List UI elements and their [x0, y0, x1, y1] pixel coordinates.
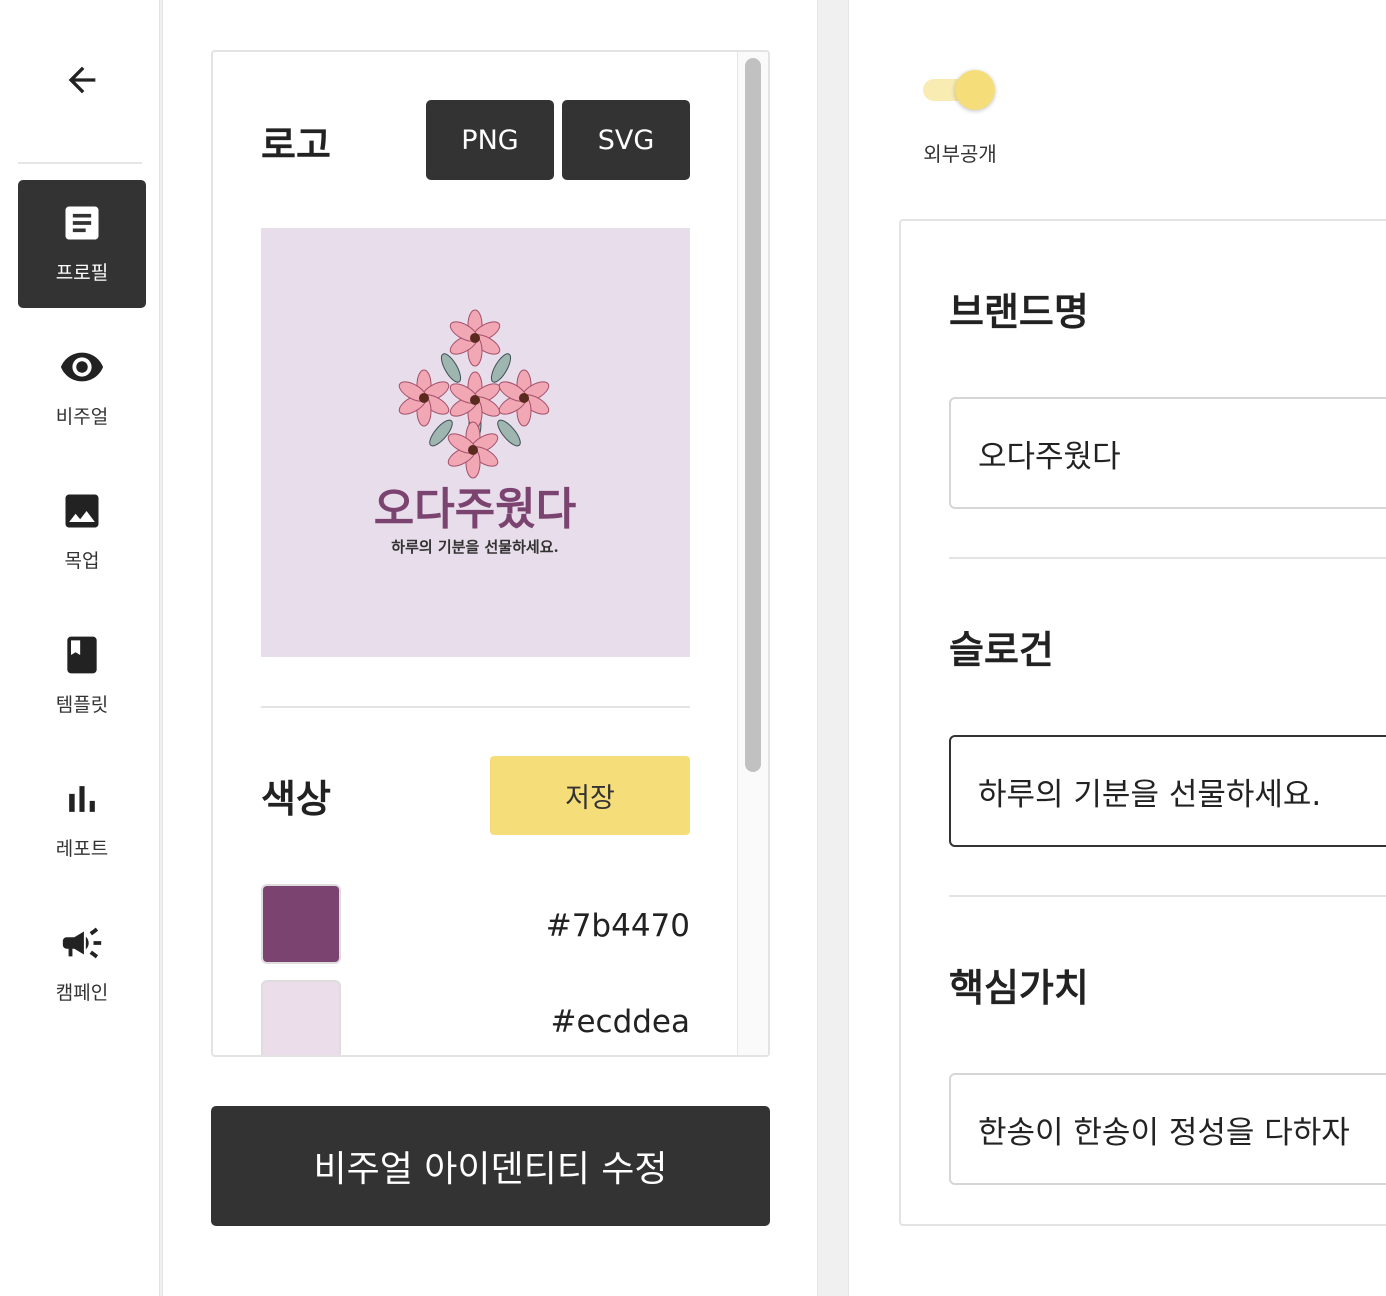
download-png-button[interactable]: PNG — [426, 100, 554, 180]
sidebar-item-visual[interactable]: 비주얼 — [18, 324, 146, 452]
image-icon — [59, 488, 105, 534]
document-icon — [59, 200, 105, 246]
arrow-left-icon — [62, 60, 102, 104]
megaphone-icon — [59, 920, 105, 966]
public-toggle[interactable] — [921, 70, 997, 110]
color-swatch[interactable] — [261, 980, 341, 1055]
sidebar: 프로필 비주얼 목업 템플릿 레포트 캠페인 — [0, 0, 160, 1296]
sidebar-item-campaign[interactable]: 캠페인 — [18, 900, 146, 1028]
slogan-input[interactable]: 하루의 기분을 선물하세요. — [949, 735, 1386, 847]
scrollbar[interactable] — [737, 52, 768, 1055]
bookmark-book-icon — [59, 632, 105, 678]
brand-name-title: 브랜드명 — [949, 290, 1089, 334]
color-swatch[interactable] — [261, 884, 341, 964]
eye-icon — [59, 344, 105, 390]
sidebar-item-label: 목업 — [64, 550, 100, 572]
profile-panel: 외부공개 브랜드명 오다주웠다 슬로건 하루의 기분을 선물하세요. 핵심가치 … — [848, 0, 1386, 1296]
save-color-button[interactable]: 저장 — [490, 756, 690, 835]
sidebar-item-profile[interactable]: 프로필 — [18, 180, 146, 308]
visual-scroll-box: 로고 PNG SVG 오다주웠다 하루의 기분을 선물하세요. 색상 저장 #7… — [211, 50, 770, 1057]
sidebar-item-label: 비주얼 — [55, 406, 109, 428]
brand-name-input[interactable]: 오다주웠다 — [949, 397, 1386, 509]
color-hex-label: #7b4470 — [545, 908, 690, 944]
section-divider — [949, 895, 1386, 897]
sidebar-item-report[interactable]: 레포트 — [18, 756, 146, 884]
back-button[interactable] — [56, 56, 108, 108]
sidebar-item-mockup[interactable]: 목업 — [18, 468, 146, 596]
bar-chart-icon — [59, 776, 105, 822]
section-divider — [261, 706, 690, 708]
color-swatch-row: #7b4470 — [261, 884, 690, 964]
sidebar-item-label: 프로필 — [55, 262, 109, 284]
download-svg-button[interactable]: SVG — [562, 100, 690, 180]
public-toggle-label: 외부공개 — [923, 142, 997, 166]
sidebar-item-label: 템플릿 — [55, 694, 109, 716]
sidebar-item-label: 레포트 — [55, 838, 109, 860]
sidebar-divider — [18, 162, 142, 164]
visual-content: 로고 PNG SVG 오다주웠다 하루의 기분을 선물하세요. 색상 저장 #7… — [213, 52, 738, 1055]
core-value-input[interactable]: 한송이 한송이 정성을 다하자 — [949, 1073, 1386, 1185]
color-hex-label: #ecddea — [550, 1004, 690, 1040]
lily-bouquet-illustration — [398, 309, 550, 479]
scrollbar-thumb[interactable] — [745, 58, 761, 772]
toggle-thumb — [955, 70, 995, 110]
sidebar-item-label: 캠페인 — [55, 982, 109, 1004]
color-swatch-row: #ecddea — [261, 980, 690, 1055]
section-divider — [949, 557, 1386, 559]
visual-panel: 로고 PNG SVG 오다주웠다 하루의 기분을 선물하세요. 색상 저장 #7… — [162, 0, 818, 1296]
logo-slogan-text: 하루의 기분을 선물하세요. — [391, 538, 558, 556]
logo-image: 오다주웠다 하루의 기분을 선물하세요. — [261, 228, 690, 657]
logo-brand-text: 오다주웠다 — [374, 484, 576, 535]
slogan-title: 슬로건 — [949, 628, 1054, 672]
core-value-title: 핵심가치 — [949, 966, 1089, 1010]
profile-card: 브랜드명 오다주웠다 슬로건 하루의 기분을 선물하세요. 핵심가치 한송이 한… — [899, 219, 1386, 1226]
edit-visual-identity-button[interactable]: 비주얼 아이덴티티 수정 — [211, 1106, 770, 1226]
color-section-title: 색상 — [261, 777, 331, 821]
sidebar-item-template[interactable]: 템플릿 — [18, 612, 146, 740]
logo-section-title: 로고 — [261, 123, 331, 167]
